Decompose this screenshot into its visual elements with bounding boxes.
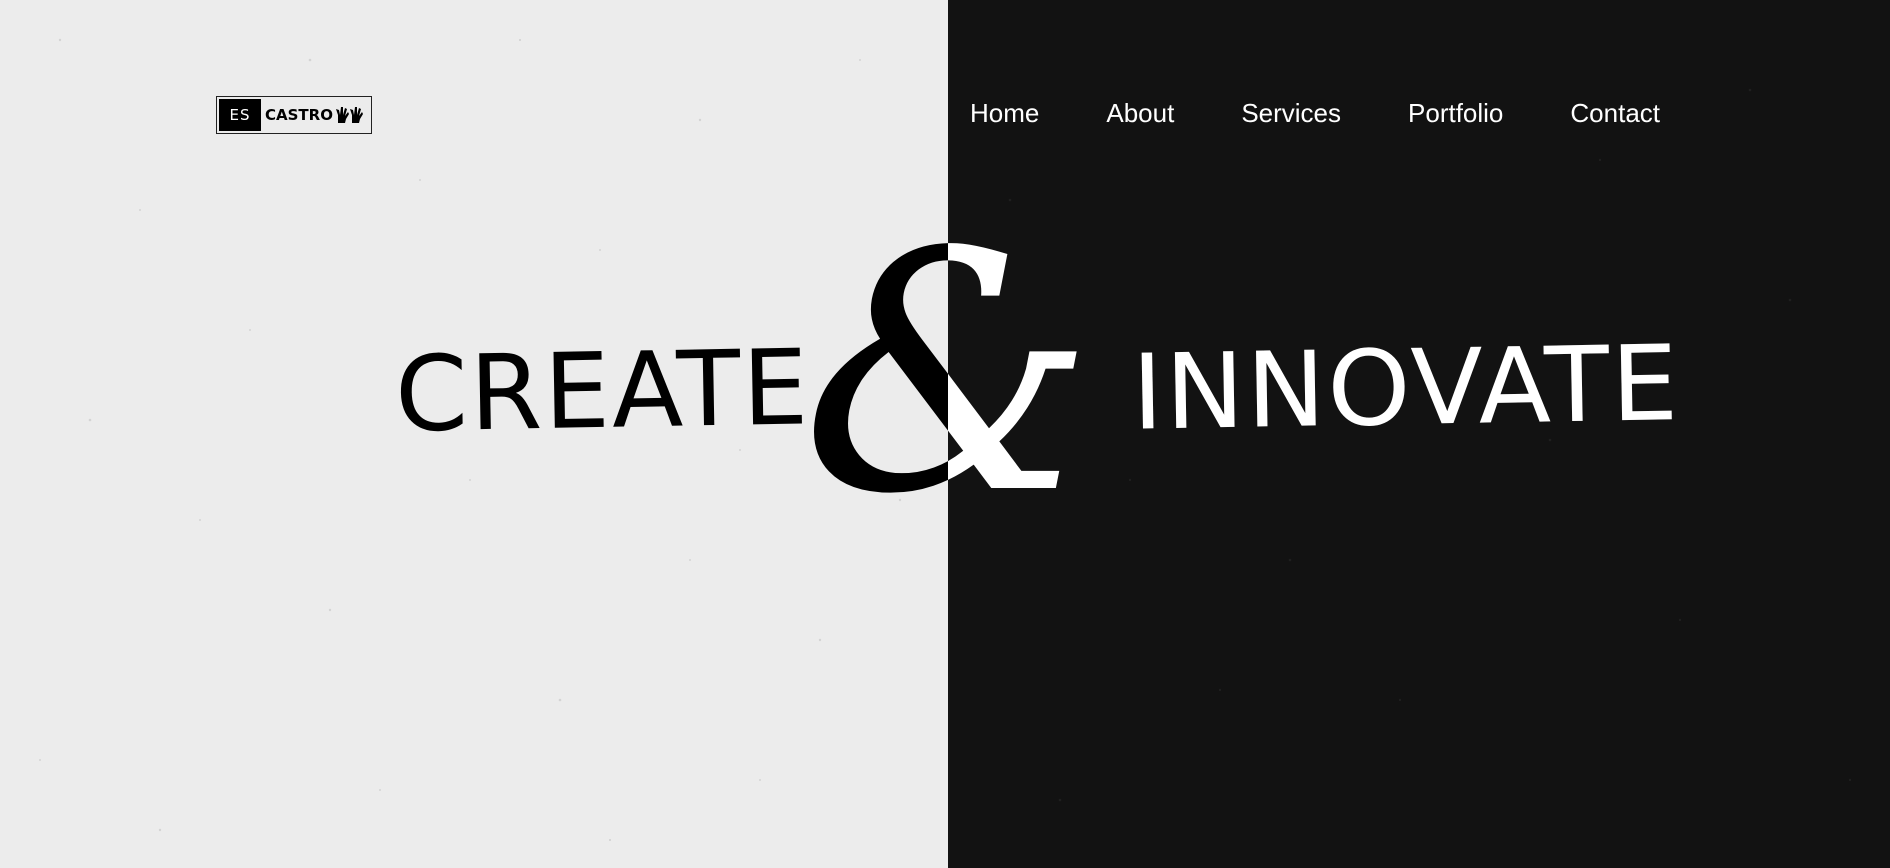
hero-headline: CREATE & & INNOVATE xyxy=(394,182,1681,566)
hero-word-innovate: INNOVATE xyxy=(1131,322,1681,454)
hero-word-create: CREATE xyxy=(394,326,811,455)
landing-page: ES CASTRO Home About Services Portfolio … xyxy=(0,0,1890,868)
hero-ampersand: & & xyxy=(801,182,1095,566)
